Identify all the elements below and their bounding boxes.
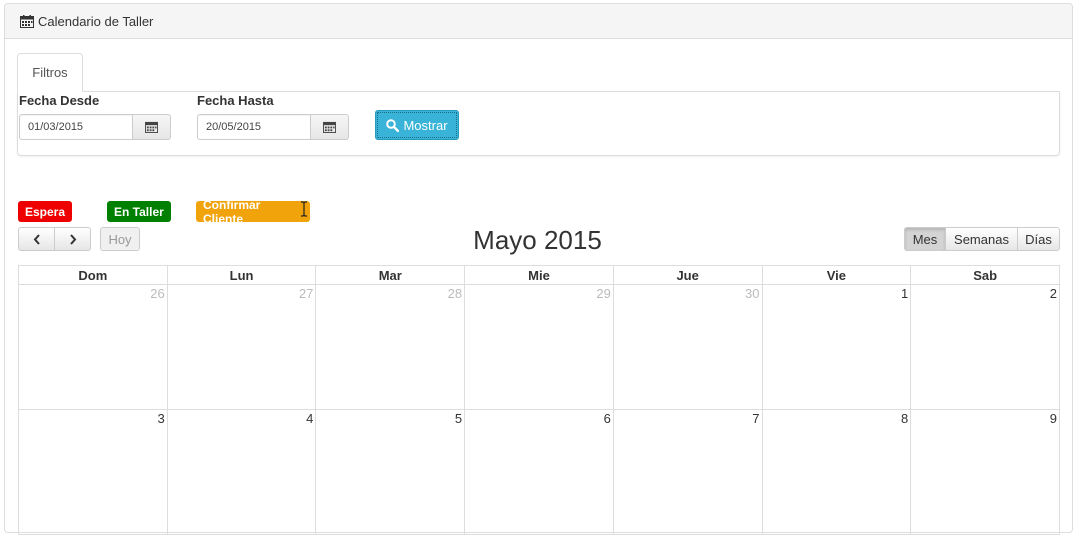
legend-espera: Espera	[18, 201, 73, 222]
weekday-header-row: Dom Lun Mar Mie Jue Vie Sab	[18, 265, 1060, 285]
day-number: 30	[745, 286, 760, 301]
show-button[interactable]: Mostrar	[375, 110, 459, 140]
from-date-label: Fecha Desde	[19, 93, 100, 108]
view-week-button[interactable]: Semanas	[946, 227, 1018, 251]
tab-filtros[interactable]: Filtros	[17, 53, 83, 92]
day-number: 7	[752, 411, 760, 426]
weekday-header: Vie	[761, 265, 912, 285]
day-number: 5	[454, 411, 463, 426]
day-number: 8	[900, 411, 909, 426]
show-button-label: Mostrar	[403, 117, 448, 133]
day-cell[interactable]: 29	[464, 284, 614, 410]
day-number: 27	[298, 286, 314, 301]
search-icon	[386, 118, 400, 132]
calendar-icon	[20, 14, 34, 28]
panel-title: Calendario de Taller	[38, 13, 154, 29]
view-month-button[interactable]: Mes	[904, 227, 946, 251]
day-cell[interactable]: 1	[761, 284, 912, 410]
week-row: 3 4 5 6 7 8 9	[18, 409, 1060, 535]
day-cell[interactable]: 4	[166, 409, 317, 535]
legend-en-taller: En Taller	[107, 201, 171, 222]
day-number: 26	[150, 286, 165, 301]
day-number: 4	[306, 411, 314, 426]
day-cell[interactable]: 3	[18, 409, 168, 535]
view-day-button[interactable]: Días	[1018, 227, 1060, 251]
weekday-header: Mar	[315, 265, 466, 285]
day-number: 2	[1049, 286, 1057, 301]
from-date-picker-button[interactable]	[133, 114, 171, 140]
day-cell[interactable]: 30	[612, 284, 763, 410]
to-date-input[interactable]: 20/05/2015	[197, 114, 311, 140]
weekday-header: Jue	[612, 265, 763, 285]
day-number: 3	[157, 411, 165, 426]
tab-label: Filtros	[32, 65, 68, 80]
weekday-header: Mie	[464, 265, 614, 285]
day-cell[interactable]: 7	[612, 409, 763, 535]
day-number: 6	[603, 411, 611, 426]
weekday-header: Sab	[910, 265, 1060, 285]
text-cursor-icon	[301, 201, 307, 217]
day-cell[interactable]: 8	[761, 409, 912, 535]
day-cell[interactable]: 28	[315, 284, 466, 410]
calendar-icon	[323, 121, 336, 133]
day-cell[interactable]: 9	[910, 409, 1060, 535]
month-grid: Dom Lun Mar Mie Jue Vie Sab 26 27 28 29 30 1 2…	[18, 265, 1060, 535]
day-cell[interactable]: 2	[910, 284, 1060, 410]
filter-box	[17, 91, 1060, 156]
from-date-input[interactable]: 01/03/2015	[19, 114, 133, 140]
day-cell[interactable]: 27	[166, 284, 317, 410]
panel-heading: Calendario de Taller	[5, 4, 1072, 39]
day-number: 28	[447, 286, 463, 301]
weekday-header: Dom	[18, 265, 168, 285]
week-row: 26 27 28 29 30 1 2	[18, 284, 1060, 410]
to-date-label: Fecha Hasta	[197, 93, 274, 108]
legend-confirmar-cliente: Confirmar Cliente	[196, 198, 310, 226]
to-date-picker-button[interactable]	[311, 114, 349, 140]
day-number: 29	[596, 286, 611, 301]
day-cell[interactable]: 5	[315, 409, 466, 535]
weekday-header: Lun	[166, 265, 317, 285]
day-cell[interactable]: 6	[464, 409, 614, 535]
day-number: 1	[900, 286, 909, 301]
day-number: 9	[1049, 411, 1057, 426]
day-cell[interactable]: 26	[18, 284, 168, 410]
calendar-icon	[145, 121, 158, 133]
